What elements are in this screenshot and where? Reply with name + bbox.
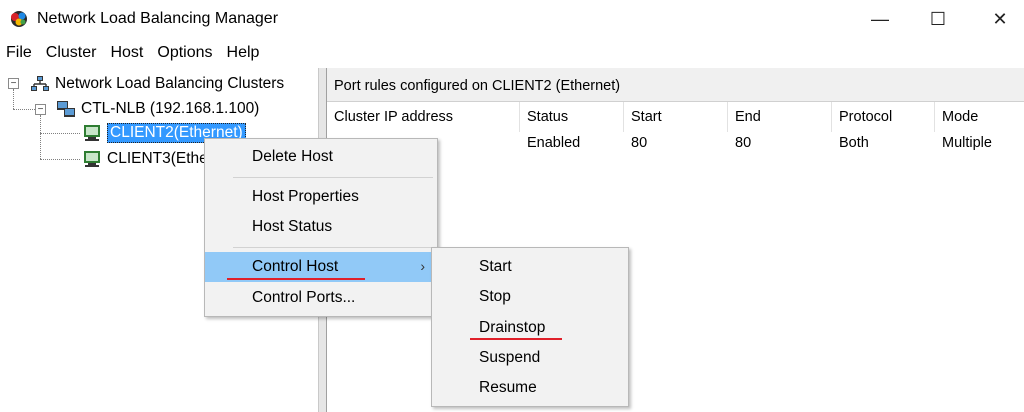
cell-start[interactable]: 80 — [624, 135, 647, 151]
annotation-underline — [470, 338, 562, 340]
submenu-item-suspend[interactable]: Suspend — [432, 343, 628, 373]
tree-root[interactable]: Network Load Balancing Clusters — [30, 73, 284, 95]
menu-separator — [233, 247, 433, 248]
submenu-arrow-icon: › — [420, 258, 425, 274]
network-clusters-icon — [31, 76, 49, 91]
column-mode[interactable]: Mode — [935, 102, 1024, 132]
host-context-menu: Delete Host Host Properties Host Status … — [204, 138, 438, 317]
menu-options[interactable]: Options — [151, 42, 220, 66]
column-protocol[interactable]: Protocol — [832, 102, 935, 132]
cell-mode[interactable]: Multiple — [935, 135, 992, 151]
submenu-item-stop[interactable]: Stop — [432, 282, 628, 312]
window-title: Network Load Balancing Manager — [37, 10, 279, 27]
host-icon — [84, 125, 100, 141]
menu-bar: File Cluster Host Options Help — [0, 42, 1024, 66]
menu-item-delete-host[interactable]: Delete Host — [205, 142, 437, 172]
tree-line — [13, 109, 35, 110]
column-status[interactable]: Status — [520, 102, 624, 132]
tree-line — [40, 159, 80, 160]
submenu-item-start[interactable]: Start — [432, 252, 628, 282]
port-rules-header: Port rules configured on CLIENT2 (Ethern… — [327, 68, 1024, 102]
tree-root-label: Network Load Balancing Clusters — [55, 75, 285, 92]
menu-item-host-status[interactable]: Host Status — [205, 212, 437, 242]
column-cluster-ip[interactable]: Cluster IP address — [327, 102, 520, 132]
menu-item-label: Control Host — [252, 258, 339, 275]
menu-cluster[interactable]: Cluster — [40, 42, 105, 66]
tree-line — [13, 89, 14, 109]
host-icon — [84, 151, 100, 167]
menu-separator — [233, 177, 433, 178]
cell-protocol[interactable]: Both — [832, 135, 869, 151]
menu-host[interactable]: Host — [104, 42, 151, 66]
submenu-item-resume[interactable]: Resume — [432, 373, 628, 403]
maximize-button[interactable]: ☐ — [910, 0, 966, 38]
cell-status[interactable]: Enabled — [520, 135, 580, 151]
tree-cluster-label: CTL-NLB (192.168.1.100) — [81, 100, 260, 117]
menu-help[interactable]: Help — [221, 42, 268, 66]
control-host-submenu: Start Stop Drainstop Suspend Resume — [431, 247, 629, 407]
column-end[interactable]: End — [728, 102, 832, 132]
menu-item-control-ports[interactable]: Control Ports... — [205, 283, 437, 313]
column-start[interactable]: Start — [624, 102, 728, 132]
menu-file[interactable]: File — [0, 42, 40, 66]
app-icon — [11, 11, 27, 27]
annotation-underline — [227, 278, 365, 280]
collapse-cluster-toggle[interactable]: − — [35, 104, 46, 115]
cluster-icon — [57, 101, 75, 117]
menu-item-host-properties[interactable]: Host Properties — [205, 182, 437, 212]
tree-cluster[interactable]: CTL-NLB (192.168.1.100) — [56, 98, 259, 120]
collapse-root-toggle[interactable]: − — [8, 78, 19, 89]
title-bar: Network Load Balancing Manager — ☐ ✕ — [0, 0, 1024, 40]
close-button[interactable]: ✕ — [972, 0, 1024, 38]
tree-line — [40, 115, 41, 159]
tree-line — [40, 133, 80, 134]
minimize-button[interactable]: — — [852, 0, 908, 38]
cell-end[interactable]: 80 — [728, 135, 751, 151]
